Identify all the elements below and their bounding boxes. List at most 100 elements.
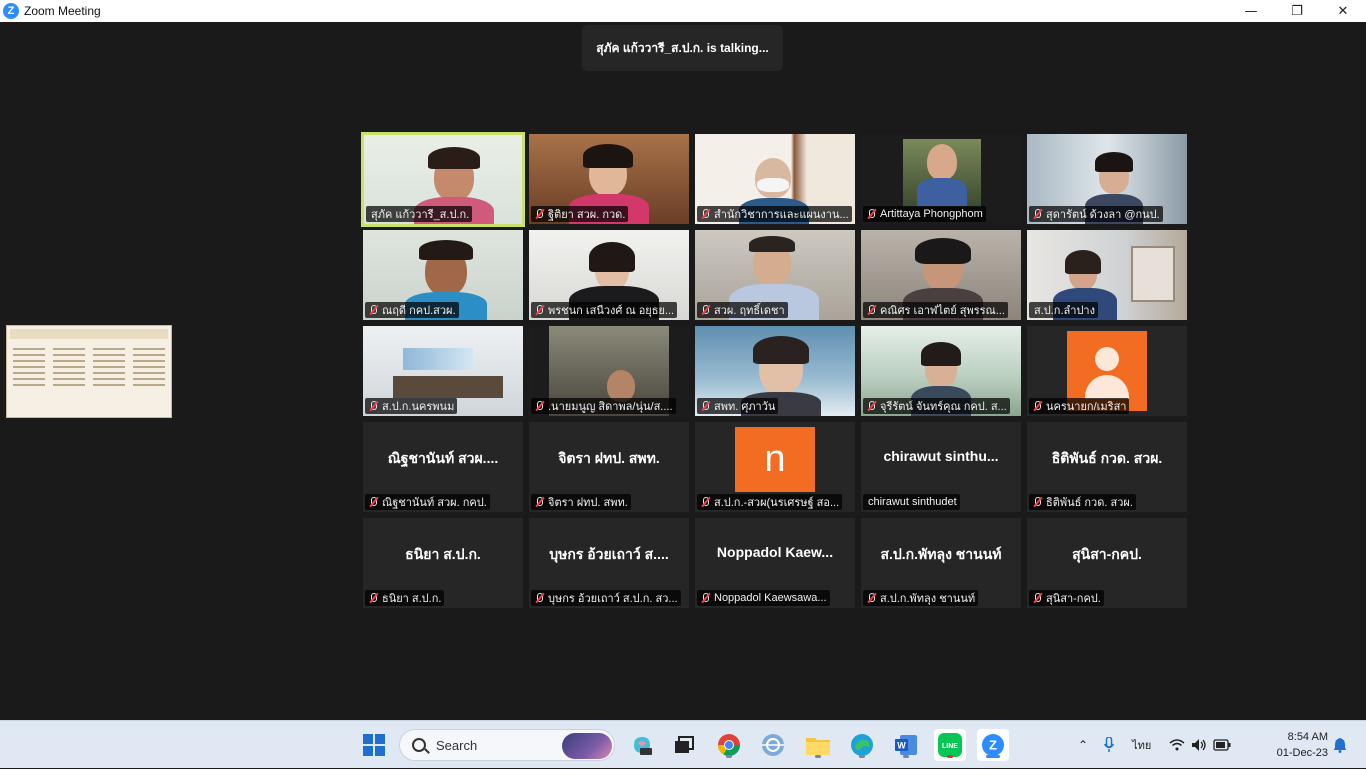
- participant-tile[interactable]: ณิฐชานันท์ สวผ.... ณิฐชานันท์ สวผ. กคป.: [363, 422, 523, 512]
- participant-hair: [428, 147, 480, 169]
- participant-tile[interactable]: n ส.ป.ก.-สวผ(นรเศรษฐ์ สอ...: [695, 422, 855, 512]
- participant-tile[interactable]: ฐิติยา สวผ. กวด.: [529, 134, 689, 224]
- participant-tile[interactable]: นครนายก/เมริสา: [1027, 326, 1187, 416]
- face-mask: [757, 178, 789, 192]
- name-label: สุภัค แก้ววารี_ส.ป.ก.: [366, 206, 473, 222]
- chrome-icon[interactable]: [713, 729, 745, 761]
- participant-tile[interactable]: จิตรา ฝทป. สพท. จิตรา ฝทป. สพท.: [529, 422, 689, 512]
- name-label: สวผ. ฤทธิ์เดชา: [697, 302, 788, 318]
- running-indicator: [903, 755, 909, 758]
- name-label: ณฤดี กคป.สวผ.: [365, 302, 459, 318]
- participant-tile[interactable]: ส.ป.ก.นครพนม: [363, 326, 523, 416]
- name-label: ส.ป.ก.พัทลุง ชานนท์: [863, 590, 979, 606]
- network-app-icon[interactable]: [757, 729, 789, 761]
- name-label: ส.ป.ก.นครพนม: [365, 398, 458, 414]
- name-label: .นายมนูญ สิดาพล/นุ่น/ส....: [531, 398, 676, 414]
- svg-text:LINE: LINE: [942, 743, 958, 750]
- participant-hair: [921, 342, 961, 366]
- window-controls: — ❐ ✕: [1228, 0, 1366, 22]
- volume-icon[interactable]: [1191, 738, 1207, 752]
- taskbar-clock[interactable]: 8:54 AM 01-Dec-23: [1262, 729, 1328, 761]
- task-view-icon[interactable]: [668, 729, 700, 761]
- name-label: ณิฐชานันท์ สวผ. กคป.: [365, 494, 490, 510]
- running-indicator: [726, 755, 732, 758]
- participant-tile[interactable]: Artittaya Phongphom: [861, 134, 1021, 224]
- muted-mic-icon: [699, 208, 711, 220]
- participant-tile[interactable]: chirawut sinthu... chirawut sinthudet: [861, 422, 1021, 512]
- share-column: [131, 344, 167, 412]
- participant-tile[interactable]: บุษกร อ้วยเถาว์ ส.... บุษกร อ้วยเถาว์ ส.…: [529, 518, 689, 608]
- participant-tile[interactable]: .นายมนูญ สิดาพล/นุ่น/ส....: [529, 326, 689, 416]
- participant-tile[interactable]: สำนักวิชาการและแผนงาน...: [695, 134, 855, 224]
- taskbar-search[interactable]: Search: [399, 729, 615, 761]
- muted-mic-icon: [367, 496, 379, 508]
- zoom-icon[interactable]: Z: [977, 729, 1009, 761]
- shelf: [1131, 246, 1175, 302]
- search-icon: [412, 738, 426, 752]
- muted-mic-icon: [699, 400, 711, 412]
- copilot-icon[interactable]: [626, 729, 658, 761]
- input-language-label[interactable]: ไทย: [1132, 736, 1151, 754]
- participant-tile[interactable]: Noppadol Kaew... Noppadol Kaewsawa...: [695, 518, 855, 608]
- talking-banner: สุภัค แก้ววารี_ส.ป.ก. is talking...: [582, 25, 783, 71]
- participant-tile[interactable]: จุรีรัตน์ จันทร์คุณ กคป. ส...: [861, 326, 1021, 416]
- file-explorer-icon[interactable]: [802, 729, 834, 761]
- participant-tile[interactable]: สพท. ศุภาวัน: [695, 326, 855, 416]
- participant-tile[interactable]: ณฤดี กคป.สวผ.: [363, 230, 523, 320]
- microphone-icon[interactable]: [1104, 737, 1115, 753]
- name-label: สุนิสา-กคป.: [1029, 590, 1104, 606]
- name-label: ฐิติยา สวผ. กวด.: [531, 206, 629, 222]
- notification-indicator: [947, 755, 953, 758]
- participant-tile[interactable]: ธนิยา ส.ป.ก. ธนิยา ส.ป.ก.: [363, 518, 523, 608]
- participant-tile[interactable]: สวผ. ฤทธิ์เดชา: [695, 230, 855, 320]
- participant-tile[interactable]: ธิติพันธ์ กวด. สวผ. ธิติพันธ์ กวด. สวผ.: [1027, 422, 1187, 512]
- chevron-up-icon[interactable]: ⌃: [1078, 738, 1088, 752]
- participant-tile[interactable]: สุภัค แก้ววารี_ส.ป.ก.: [361, 132, 525, 227]
- muted-mic-icon: [1031, 208, 1043, 220]
- name-label: ธิติพันธ์ กวด. สวผ.: [1029, 494, 1136, 510]
- participant-tile[interactable]: สุดารัตน์ ด้วงลา @กนป.: [1027, 134, 1187, 224]
- participant-tile[interactable]: คณิศร เอาฬไตย์ สุพรรณ...: [861, 230, 1021, 320]
- muted-mic-icon: [865, 208, 877, 220]
- participant-display-name: ธิติพันธ์ กวด. สวผ.: [1051, 450, 1163, 466]
- start-icon[interactable]: [358, 729, 390, 761]
- wifi-icon[interactable]: [1169, 739, 1185, 751]
- muted-mic-icon: [1031, 496, 1043, 508]
- muted-mic-icon: [699, 304, 711, 316]
- word-icon[interactable]: W: [890, 729, 922, 761]
- muted-mic-icon: [1031, 592, 1043, 604]
- participant-hair: [1065, 250, 1101, 274]
- close-button[interactable]: ✕: [1320, 0, 1366, 22]
- name-label: จุรีรัตน์ จันทร์คุณ กคป. ส...: [863, 398, 1010, 414]
- letter-avatar: n: [735, 427, 815, 492]
- active-indicator: [986, 755, 1000, 758]
- windows-taskbar: Search W LINE Z ⌃ ไทย 8:54 AM 01-Dec-23: [0, 720, 1366, 768]
- participant-body: [917, 178, 967, 206]
- participant-tile[interactable]: ส.ป.ก.ลำปาง: [1027, 230, 1187, 320]
- name-label: นครนายก/เมริสา: [1029, 398, 1130, 414]
- participant-tile[interactable]: สุนิสา-กคป. สุนิสา-กคป.: [1027, 518, 1187, 608]
- muted-mic-icon: [699, 496, 711, 508]
- line-icon[interactable]: LINE: [934, 729, 966, 761]
- battery-icon[interactable]: [1213, 739, 1231, 751]
- participant-display-name: บุษกร อ้วยเถาว์ ส....: [549, 546, 669, 562]
- edge-icon[interactable]: [846, 729, 878, 761]
- participant-tile[interactable]: ส.ป.ก.พัทลุง ชานนท์ ส.ป.ก.พัทลุง ชานนท์: [861, 518, 1021, 608]
- notification-bell-icon[interactable]: [1324, 729, 1356, 761]
- share-column: [51, 344, 87, 412]
- name-label: สำนักวิชาการและแผนงาน...: [697, 206, 852, 222]
- participant-hair: [583, 144, 633, 168]
- muted-mic-icon: [367, 400, 379, 412]
- wall-poster: [403, 348, 473, 370]
- participant-tile[interactable]: พรชนก เสนีวงศ์ ณ อยุธย...: [529, 230, 689, 320]
- name-label: ส.ป.ก.ลำปาง: [1029, 302, 1098, 318]
- minimize-button[interactable]: —: [1228, 0, 1274, 22]
- maximize-button[interactable]: ❐: [1274, 0, 1320, 22]
- conference-table: [393, 376, 503, 398]
- clock-date: 01-Dec-23: [1276, 747, 1328, 759]
- participant-display-name: ส.ป.ก.พัทลุง ชานนท์: [880, 546, 1002, 562]
- search-label: Search: [436, 737, 478, 753]
- participant-hair: [749, 236, 795, 252]
- shared-screen-thumbnail[interactable]: [6, 325, 172, 418]
- name-label: Noppadol Kaewsawa...: [697, 590, 830, 606]
